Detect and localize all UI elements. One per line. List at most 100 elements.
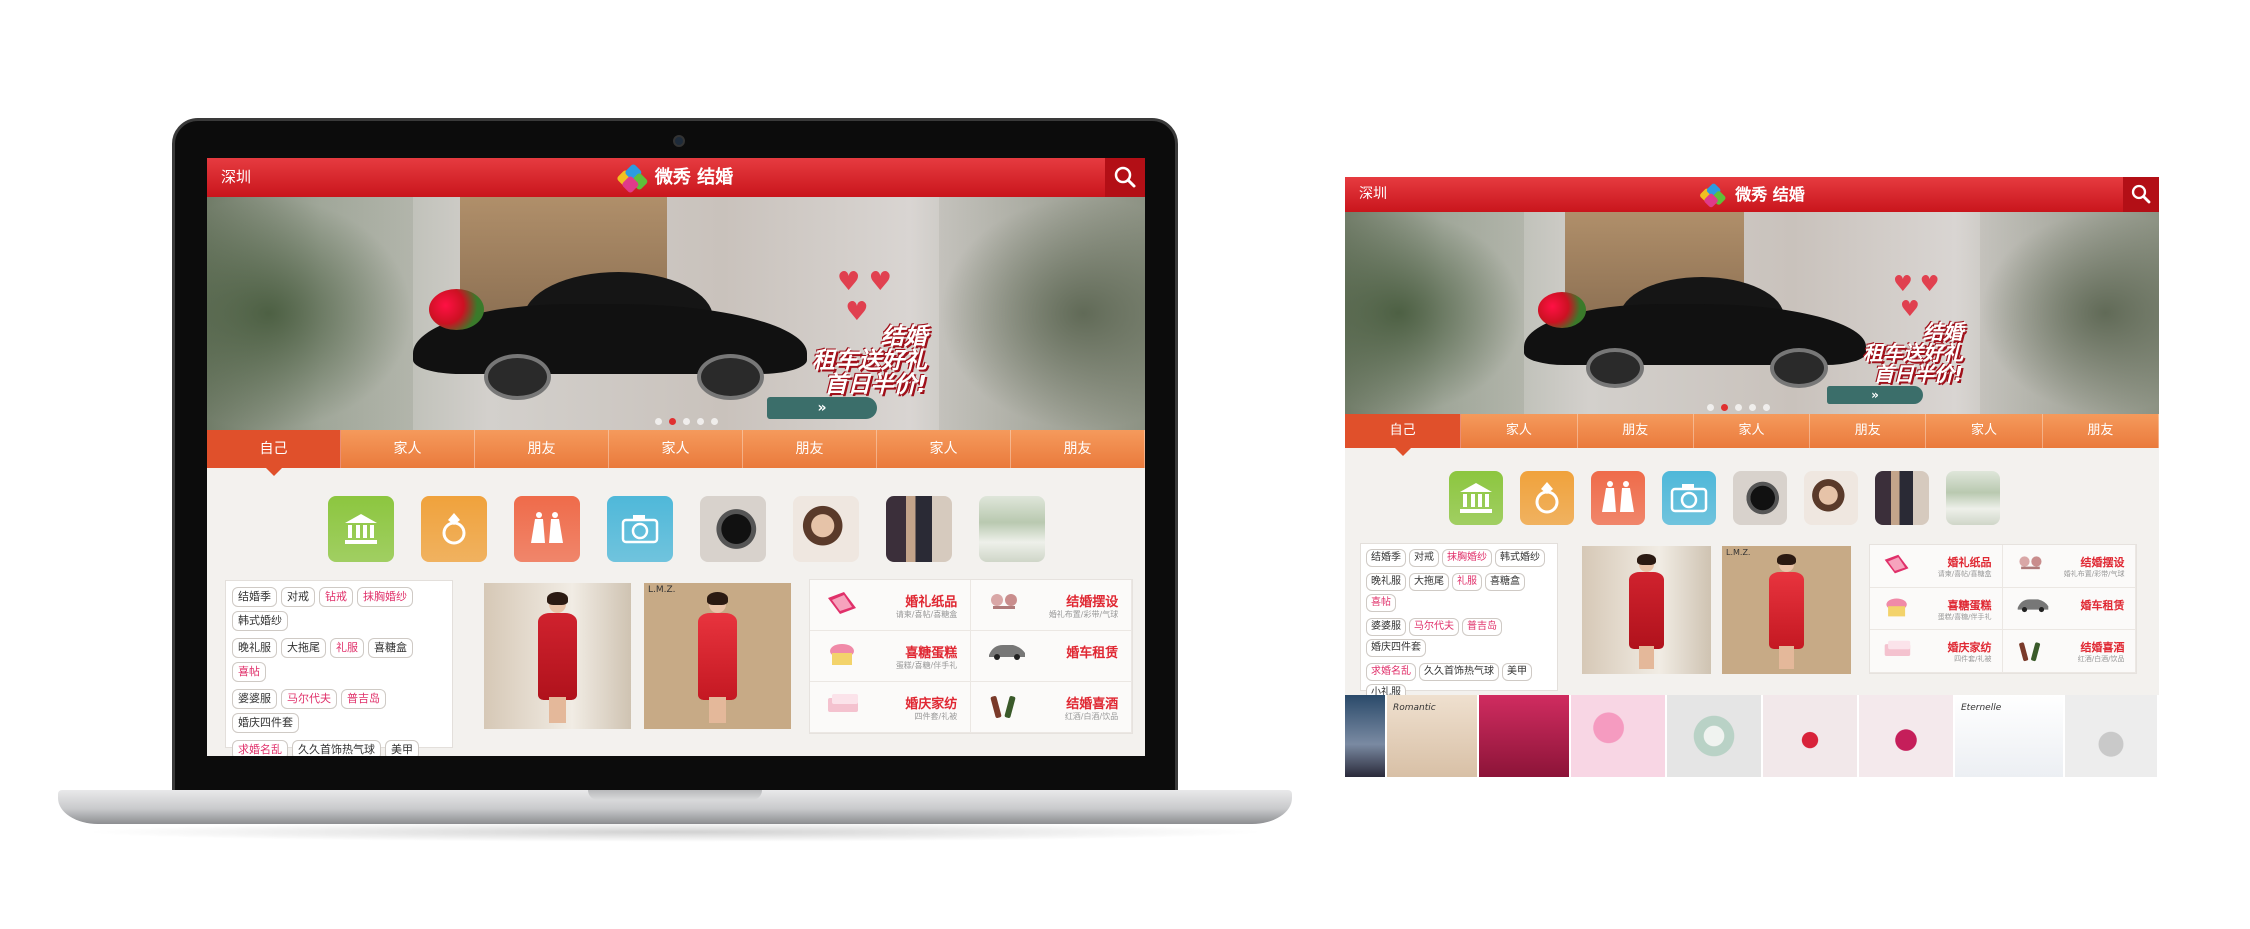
couple-photo[interactable] — [1875, 471, 1929, 525]
ring-icon[interactable] — [1520, 471, 1574, 525]
tag-chip[interactable]: 求婚名乱 — [232, 740, 288, 756]
tab-7[interactable]: 朋友 — [2043, 414, 2159, 448]
bride-hairstyle-photo[interactable] — [1804, 471, 1858, 525]
couple-photo[interactable] — [886, 496, 952, 562]
tab-1[interactable]: 自己 — [207, 430, 341, 476]
tag-chip[interactable]: 对戒 — [281, 587, 315, 607]
tag-chip[interactable]: 抹胸婚纱 — [357, 587, 413, 607]
service-item[interactable]: 婚庆家纺 四件套/礼被 — [1870, 630, 2003, 673]
wall-decal-product[interactable]: Romantic — [1387, 695, 1479, 777]
slide-indicator-tablet[interactable] — [1707, 404, 1770, 411]
slide-indicator[interactable] — [655, 418, 718, 425]
tag-chip[interactable]: 久久首饰热气球 — [1419, 663, 1499, 681]
tag-chip[interactable]: 韩式婚纱 — [232, 611, 288, 631]
service-item[interactable]: 结婚摆设 婚礼布置/彩带/气球 — [2003, 545, 2136, 588]
tag-chip[interactable]: 对戒 — [1409, 549, 1439, 567]
tag-chip[interactable]: 结婚季 — [232, 587, 277, 607]
service-item[interactable]: 婚礼纸品 请柬/喜帖/喜糖盒 — [810, 580, 971, 631]
tab-3[interactable]: 朋友 — [1578, 414, 1694, 448]
service-item[interactable]: 结婚摆设 婚礼布置/彩带/气球 — [971, 580, 1132, 631]
tab-1[interactable]: 自己 — [1345, 414, 1462, 456]
tag-chip[interactable]: 礼服 — [330, 638, 364, 658]
tag-chip[interactable]: 喜糖盒 — [1485, 573, 1525, 591]
tag-chip[interactable]: 婚庆四件套 — [232, 713, 299, 733]
red-qipao-product-tablet[interactable] — [1582, 546, 1711, 674]
wedding-dress-icon[interactable] — [1591, 471, 1645, 525]
venue-photo[interactable] — [1946, 471, 2000, 525]
promo-banner[interactable]: ♥ ♥ ♥ 结婚 租车送好礼 首日半价! » — [207, 197, 1145, 430]
pink-ring-product[interactable] — [1859, 695, 1955, 777]
pearl-pendant-product[interactable] — [2065, 695, 2159, 777]
tag-chip[interactable]: 礼服 — [1452, 573, 1482, 591]
banner-cta-button-tablet[interactable]: » — [1827, 386, 1923, 404]
tab-3[interactable]: 朋友 — [475, 430, 609, 468]
tag-chip[interactable]: 普吉岛 — [1462, 618, 1502, 636]
photographer-photo[interactable] — [1733, 471, 1787, 525]
tag-chip[interactable]: 婚庆四件套 — [1366, 639, 1426, 657]
banner-cta-button[interactable]: » — [767, 397, 877, 419]
service-item[interactable]: 喜糖蛋糕 蛋糕/喜糖/伴手礼 — [810, 631, 971, 682]
tag-chip[interactable]: 钻戒 — [319, 587, 353, 607]
promo-banner-tablet[interactable]: ♥ ♥ ♥ 结婚 租车送好礼 首日半价! » — [1345, 212, 2159, 414]
search-button-tablet[interactable] — [2123, 177, 2159, 212]
tag-chip[interactable]: 马尔代夫 — [281, 689, 337, 709]
search-button[interactable] — [1105, 158, 1145, 197]
service-image — [1883, 596, 1910, 623]
tab-2[interactable]: 家人 — [341, 430, 475, 468]
camera-icon[interactable] — [1662, 471, 1716, 525]
tag-chip[interactable]: 美甲 — [385, 740, 419, 756]
tag-chip[interactable]: 求婚名乱 — [1366, 663, 1416, 681]
tag-chip[interactable]: 晚礼服 — [1366, 573, 1406, 591]
tag-chip[interactable]: 美甲 — [1502, 663, 1532, 681]
pink-earrings-product[interactable] — [1571, 695, 1667, 777]
wedding-dress-icon[interactable] — [514, 496, 580, 562]
tab-2[interactable]: 家人 — [1461, 414, 1578, 448]
wedding-photo-product[interactable] — [1345, 695, 1387, 777]
city-selector[interactable]: 深圳 — [221, 158, 251, 197]
tag-chip[interactable]: 结婚季 — [1366, 549, 1406, 567]
tag-chip[interactable]: 韩式婚纱 — [1495, 549, 1545, 567]
tab-4[interactable]: 家人 — [1694, 414, 1811, 448]
tag-chip[interactable]: 喜帖 — [232, 662, 266, 682]
red-qipao-product[interactable] — [484, 583, 631, 729]
tag-chip[interactable]: 抹胸婚纱 — [1442, 549, 1492, 567]
tag-chip[interactable]: 马尔代夫 — [1409, 618, 1459, 636]
tag-chip[interactable]: 大拖尾 — [281, 638, 326, 658]
tab-6[interactable]: 家人 — [1926, 414, 2043, 448]
service-item[interactable]: 结婚喜酒 红酒/白酒/饮品 — [971, 682, 1132, 733]
necklace-product[interactable]: Eternelle — [1955, 695, 2065, 777]
red-bedding-product[interactable] — [1479, 695, 1571, 777]
bride-hairstyle-photo[interactable] — [793, 496, 859, 562]
service-item[interactable]: 婚车租赁 — [971, 631, 1132, 682]
tab-4[interactable]: 家人 — [609, 430, 743, 468]
city-selector-tablet[interactable]: 深圳 — [1359, 177, 1387, 212]
ring-icon[interactable] — [421, 496, 487, 562]
tag-chip[interactable]: 晚礼服 — [232, 638, 277, 658]
tag-chip[interactable]: 婆婆服 — [1366, 618, 1406, 636]
tag-chip[interactable]: 大拖尾 — [1409, 573, 1449, 591]
red-dress-product[interactable]: L.M.Z. — [644, 583, 791, 729]
tag-chip[interactable]: 普吉岛 — [341, 689, 386, 709]
tab-6[interactable]: 家人 — [877, 430, 1011, 468]
photographer-photo[interactable] — [700, 496, 766, 562]
tag-chip[interactable]: 婆婆服 — [232, 689, 277, 709]
service-item[interactable]: 婚庆家纺 四件套/礼被 — [810, 682, 971, 733]
service-item[interactable]: 喜糖蛋糕 蛋糕/喜糖/伴手礼 — [1870, 587, 2003, 631]
service-item[interactable]: 婚礼纸品 请柬/喜帖/喜糖盒 — [1870, 545, 2003, 588]
service-item[interactable]: 结婚喜酒 红酒/白酒/饮品 — [2003, 630, 2136, 673]
camera-icon[interactable] — [607, 496, 673, 562]
venue-photo[interactable] — [979, 496, 1045, 562]
tab-7[interactable]: 朋友 — [1011, 430, 1145, 468]
pink-bracelet-product[interactable] — [1763, 695, 1859, 777]
jade-bracelet-product[interactable] — [1667, 695, 1763, 777]
tab-5[interactable]: 朋友 — [743, 430, 877, 468]
tab-5[interactable]: 朋友 — [1810, 414, 1927, 448]
tag-chip[interactable]: 喜帖 — [1366, 594, 1396, 612]
service-title: 婚车租赁 — [2080, 598, 2125, 612]
bank-icon[interactable] — [1449, 471, 1503, 525]
tag-chip[interactable]: 喜糖盒 — [368, 638, 413, 658]
red-dress-product-tablet[interactable]: L.M.Z. — [1722, 546, 1851, 674]
bank-icon[interactable] — [328, 496, 394, 562]
service-item[interactable]: 婚车租赁 — [2003, 587, 2136, 631]
tag-chip[interactable]: 久久首饰热气球 — [292, 740, 381, 756]
